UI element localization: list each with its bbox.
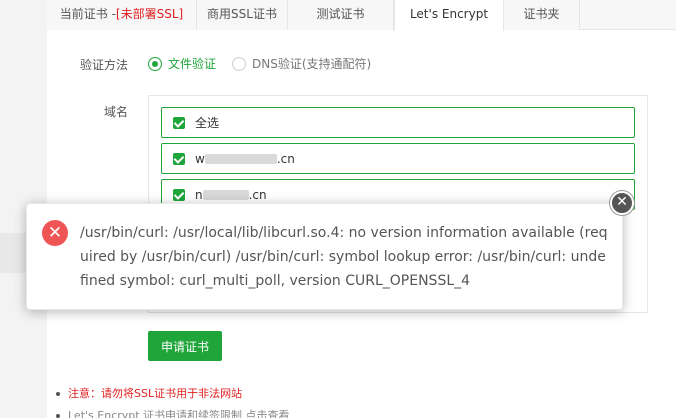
close-icon[interactable]: ✕ (610, 191, 634, 215)
radio-unchecked-icon (232, 56, 246, 71)
domain-label: 域名 (104, 105, 129, 119)
error-dialog: ✕ /usr/bin/curl: /usr/local/lib/libcurl.… (26, 203, 623, 310)
domain-item[interactable]: w .cn (161, 143, 635, 174)
tab-letsencrypt[interactable]: Let's Encrypt (394, 0, 504, 31)
warning-note: 注意：请勿将SSL证书用于非法网站 (52, 386, 652, 408)
radio-dns-verification[interactable]: DNS验证(支持通配符) (232, 55, 371, 72)
checkbox-checked-icon (173, 152, 185, 165)
domain-select-all[interactable]: 全选 (161, 107, 635, 138)
radio-file-verification[interactable]: 文件验证 (148, 55, 216, 72)
domain-name: n .cn (195, 187, 267, 202)
domain-name: w .cn (195, 151, 295, 166)
radio-checked-icon (148, 56, 162, 71)
error-message: /usr/bin/curl: /usr/local/lib/libcurl.so… (80, 225, 608, 289)
radio-dns-label: DNS验证(支持通配符) (252, 57, 372, 71)
checkbox-checked-icon (173, 188, 185, 201)
tab-current-cert[interactable]: 当前证书 -[未部署SSL] (47, 0, 197, 30)
notes-list: 注意：请勿将SSL证书用于非法网站 Let's Encrypt 证书申请和续签限… (52, 386, 652, 418)
tab-current-cert-status: [未部署SSL] (115, 7, 184, 21)
tab-test-cert[interactable]: 测试证书 (288, 0, 394, 30)
tab-current-cert-label: 当前证书 - (59, 7, 116, 21)
method-label: 验证方法 (80, 58, 129, 72)
info-note[interactable]: Let's Encrypt 证书申请和续签限制 点击查看 (52, 408, 652, 418)
select-all-label: 全选 (195, 116, 220, 130)
ssl-tabs: 当前证书 -[未部署SSL] 商用SSL证书 测试证书 Let's Encryp… (47, 0, 676, 31)
radio-file-label: 文件验证 (168, 57, 217, 71)
apply-cert-button[interactable]: 申请证书 (148, 331, 222, 361)
ssl-settings-panel: 当前证书 -[未部署SSL] 商用SSL证书 测试证书 Let's Encryp… (0, 0, 676, 418)
tab-commercial-ssl[interactable]: 商用SSL证书 (197, 0, 288, 30)
tab-cert-folder[interactable]: 证书夹 (504, 0, 580, 30)
checkbox-checked-icon (173, 116, 185, 129)
error-icon: ✕ (42, 220, 68, 246)
